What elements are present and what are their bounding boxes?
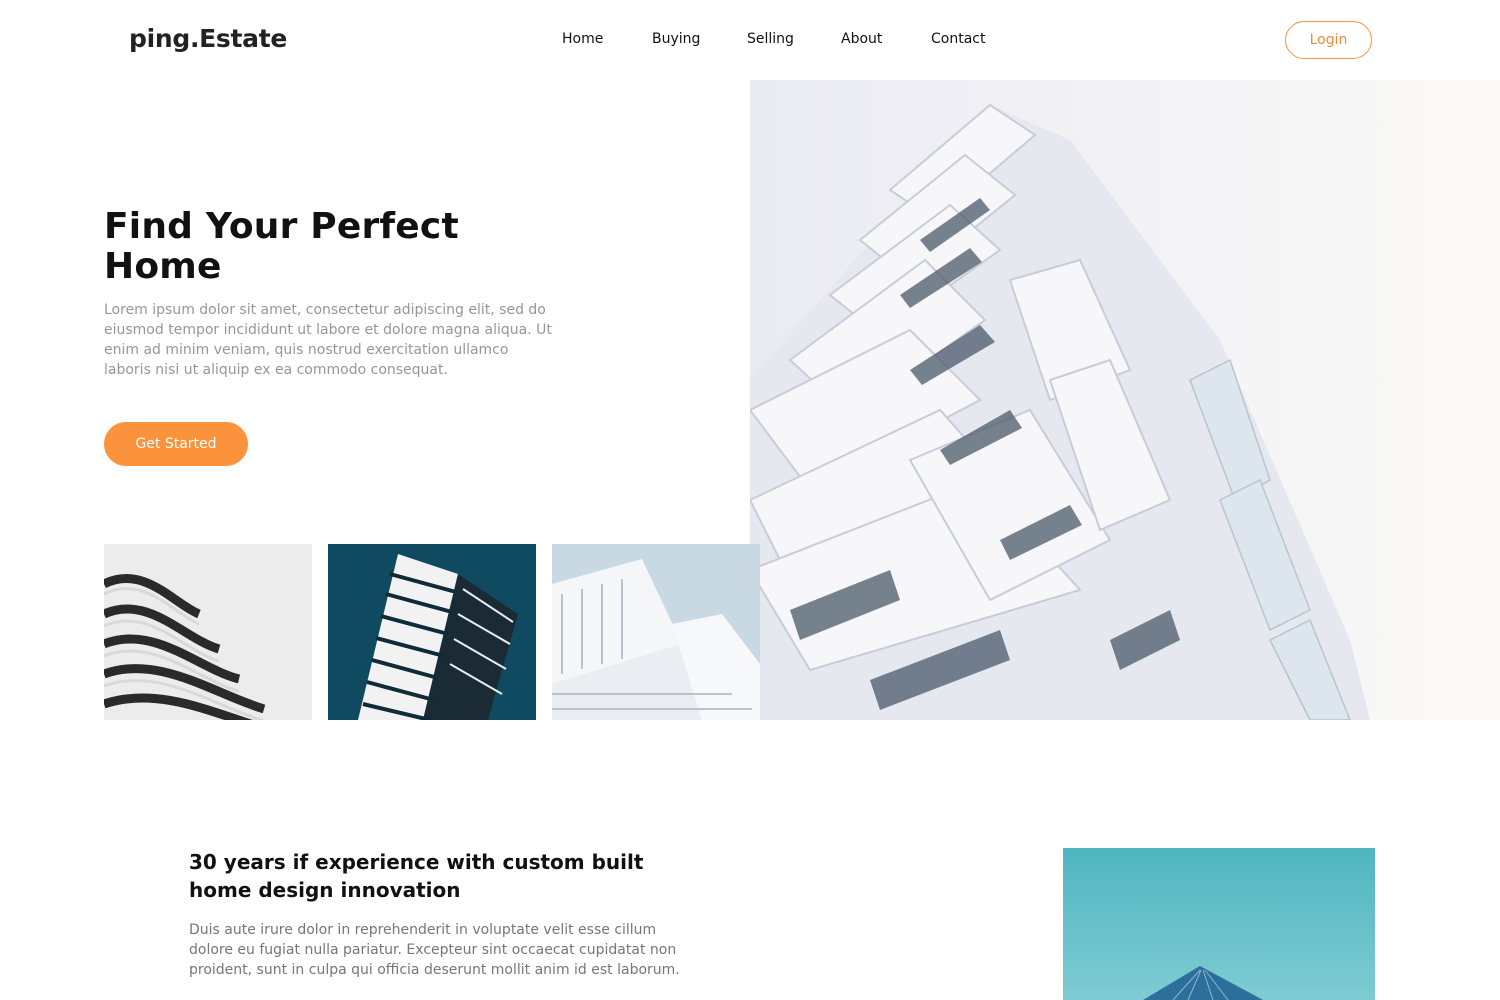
get-started-button[interactable]: Get Started — [104, 422, 248, 466]
nav-contact[interactable]: Contact — [931, 31, 985, 47]
thumbnail-image-3[interactable] — [552, 544, 760, 720]
experience-heading: 30 years if experience with custom built… — [189, 850, 644, 902]
thumbnail-image-2[interactable] — [328, 544, 536, 720]
main-nav: Home Buying Selling About Contact — [0, 31, 1500, 51]
tower-image — [1063, 848, 1375, 1000]
nav-home[interactable]: Home — [562, 31, 603, 47]
hero-title: Find Your Perfect Home — [104, 207, 544, 287]
nav-buying[interactable]: Buying — [652, 31, 700, 47]
experience-description: Duis aute irure dolor in reprehenderit i… — [189, 922, 680, 978]
hero-title-line1: Find Your Perfect — [104, 206, 459, 247]
nav-selling[interactable]: Selling — [747, 31, 794, 47]
hero-building-image — [750, 80, 1500, 720]
hero-title-line2: Home — [104, 246, 222, 287]
nav-about[interactable]: About — [841, 31, 882, 47]
login-button[interactable]: Login — [1285, 21, 1372, 59]
thumbnail-image-1[interactable] — [104, 544, 312, 720]
hero-description: Lorem ipsum dolor sit amet, consectetur … — [104, 302, 552, 378]
